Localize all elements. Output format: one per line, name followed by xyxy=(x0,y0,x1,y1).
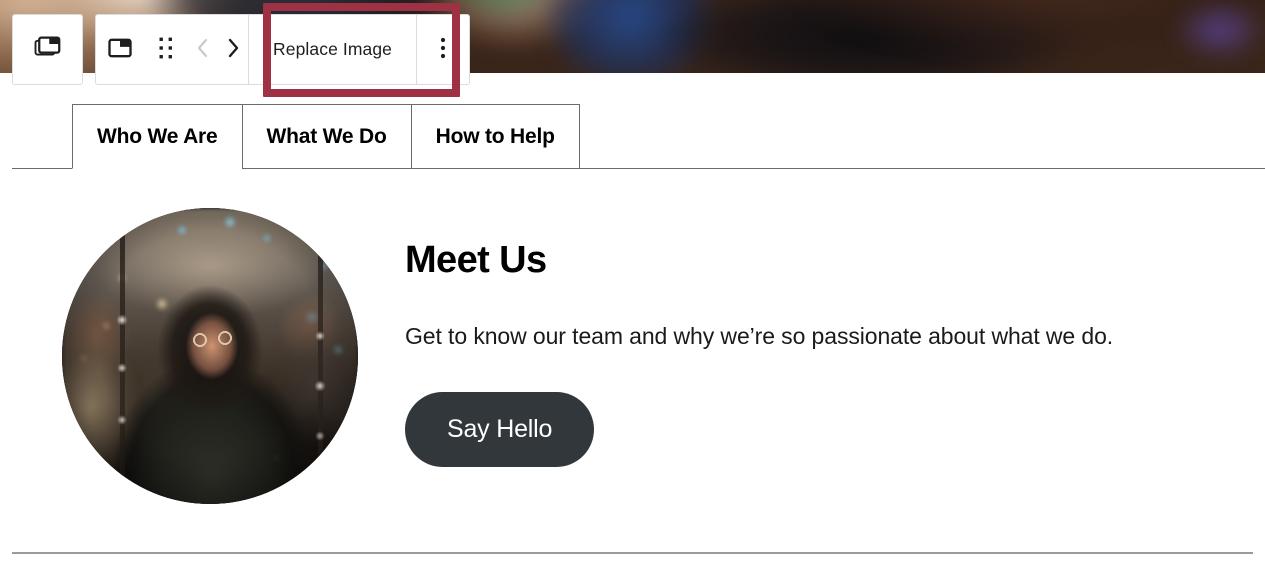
chevron-right-icon xyxy=(223,36,243,63)
select-parent-block-icon xyxy=(33,32,63,67)
team-avatar-image[interactable] xyxy=(62,208,358,504)
move-next-button[interactable] xyxy=(218,15,248,84)
more-vertical-icon xyxy=(439,35,447,64)
tab-panel-who-we-are: Meet Us Get to know our team and why we’… xyxy=(0,169,1265,553)
replace-image-button[interactable]: Replace Image xyxy=(249,15,416,84)
select-parent-block-button[interactable] xyxy=(12,14,83,85)
move-previous-button[interactable] xyxy=(188,15,218,84)
editor-canvas: Replace Image Who We Are What We Do How … xyxy=(0,0,1265,565)
block-toolbar: Replace Image xyxy=(95,14,471,85)
tab-how-to-help[interactable]: How to Help xyxy=(410,104,580,169)
block-type-image-button[interactable] xyxy=(96,15,144,84)
tab-who-we-are[interactable]: Who We Are xyxy=(72,104,242,169)
more-options-button[interactable] xyxy=(417,15,469,84)
panel-description: Get to know our team and why we’re so pa… xyxy=(405,323,1114,349)
drag-handle-button[interactable] xyxy=(144,15,188,84)
tab-what-we-do[interactable]: What We Do xyxy=(241,104,411,169)
panel-text-column: Meet Us Get to know our team and why we’… xyxy=(405,169,1113,467)
image-block-icon xyxy=(106,34,134,65)
panel-heading: Meet Us xyxy=(405,239,547,281)
tabs-navigation: Who We Are What We Do How to Help xyxy=(0,104,1265,169)
tabs-list: Who We Are What We Do How to Help xyxy=(72,104,580,169)
chevron-left-icon xyxy=(193,36,213,63)
drag-handle-icon xyxy=(156,35,176,64)
section-divider xyxy=(12,552,1253,554)
say-hello-button[interactable]: Say Hello xyxy=(405,391,595,467)
